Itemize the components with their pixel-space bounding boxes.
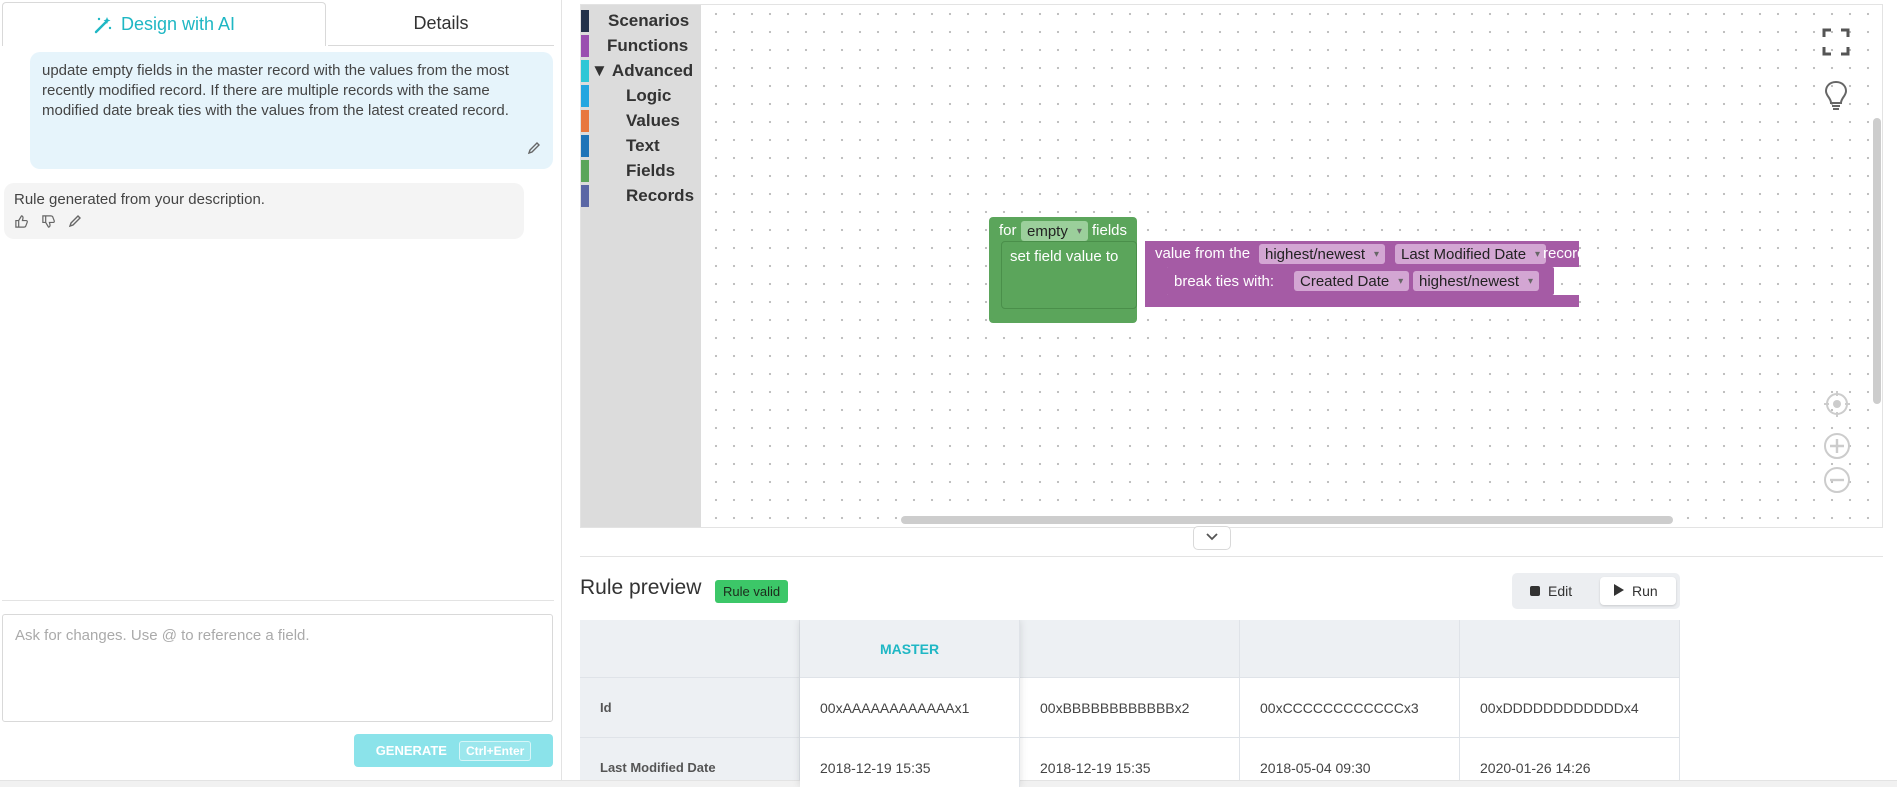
master-column: MASTER 00xAAAAAAAAAAAAx1 2018-12-19 15:3… [800,620,1020,787]
table-cell: 00xDDDDDDDDDDDDx4 [1460,678,1680,738]
fullscreen-icon[interactable] [1821,27,1851,57]
record-column-4: 00xDDDDDDDDDDDDx4 2020-01-26 14:26 [1460,620,1680,787]
toolbox-item-text[interactable]: Text [581,135,701,157]
edit-button[interactable]: Edit [1516,577,1586,605]
table-cell: 00xCCCCCCCCCCCCx3 [1240,678,1460,738]
panel-tabs: Design with AI Details [2,2,554,46]
category-color-bar [581,60,589,82]
header-cell [580,620,800,678]
toolbox-item-logic[interactable]: Logic [581,85,701,107]
recenter-icon[interactable] [1824,391,1850,417]
edit-run-toggle: Edit Run [1512,573,1680,609]
category-color-bar [581,85,589,107]
vertical-scrollbar[interactable] [1873,118,1881,404]
generate-button-label: GENERATE [375,743,447,758]
pencil-icon[interactable] [68,214,82,229]
master-header: MASTER [800,620,1020,678]
toolbox-item-fields[interactable]: Fields [581,160,701,182]
blockly-workspace[interactable]: Scenarios Functions ▼ Advanced Logic Val… [580,4,1883,528]
tab-details[interactable]: Details [328,2,554,46]
table-cell: 00xBBBBBBBBBBBBx2 [1020,678,1240,738]
thumbs-up-icon[interactable] [14,214,29,229]
prompt-input[interactable]: Ask for changes. Use @ to reference a fi… [2,614,553,722]
collapse-workspace-button[interactable] [1193,526,1231,550]
generate-button[interactable]: GENERATE Ctrl+Enter [354,734,553,767]
break-ties-block[interactable]: break ties with: Created Date highest/ne… [1166,267,1554,295]
category-color-bar [581,135,589,157]
chevron-down-icon [1205,529,1219,547]
zoom-in-icon[interactable] [1824,433,1850,459]
category-color-bar [581,35,589,57]
last-modified-date-dropdown[interactable]: Last Modified Date [1395,244,1547,264]
row-labels-column: Id Last Modified Date [580,620,800,787]
category-color-bar [581,110,589,132]
toolbox-item-advanced[interactable]: ▼ Advanced [581,60,701,82]
record-column-2: 00xBBBBBBBBBBBBx2 2018-12-19 15:35 [1020,620,1240,787]
play-icon [1614,583,1624,599]
tab-design-with-ai[interactable]: Design with AI [2,2,326,46]
table-cell: 00xAAAAAAAAAAAAx1 [800,678,1020,738]
table-cell: 2018-12-19 15:35 [800,738,1020,787]
value-from-block-cap [1145,295,1579,307]
ai-message-actions [14,214,514,229]
generate-shortcut: Ctrl+Enter [458,740,532,761]
toolbox: Scenarios Functions ▼ Advanced Logic Val… [581,5,701,527]
header-cell [1460,620,1680,678]
row-label-id: Id [580,678,800,738]
header-cell [1240,620,1460,678]
section-divider [580,556,1883,557]
set-field-value-block[interactable]: set field value to [1001,241,1137,309]
toolbox-item-functions[interactable]: Functions [581,35,701,57]
run-button[interactable]: Run [1600,577,1676,605]
header-cell [1020,620,1240,678]
lightbulb-icon[interactable] [1821,79,1851,113]
pencil-icon[interactable] [527,141,541,161]
toolbox-item-scenarios[interactable]: Scenarios [581,10,701,32]
chat-divider [2,600,554,601]
rule-preview-title: Rule preview [580,576,702,599]
magic-wand-icon [93,15,113,35]
category-color-bar [581,185,589,207]
highest-newest-dropdown[interactable]: highest/newest [1259,244,1386,264]
thumbs-down-icon[interactable] [41,214,56,229]
toolbox-item-records[interactable]: Records [581,185,701,207]
preview-table: Id Last Modified Date MASTER 00xAAAAAAAA… [580,620,1680,787]
highest-newest-dropdown-2[interactable]: highest/newest [1413,271,1540,291]
horizontal-scrollbar[interactable] [901,516,1673,524]
for-block-cap [989,309,1137,319]
toolbox-item-values[interactable]: Values [581,110,701,132]
empty-dropdown[interactable]: empty [1021,221,1088,241]
left-panel: Design with AI Details update empty fiel… [0,0,562,787]
record-column-3: 00xCCCCCCCCCCCCx3 2018-05-04 09:30 [1240,620,1460,787]
zoom-out-icon[interactable] [1824,467,1850,493]
category-color-bar [581,160,589,182]
user-message-text: update empty fields in the master record… [42,62,509,119]
tab-design-with-ai-label: Design with AI [120,14,236,34]
ai-message: Rule generated from your description. [4,183,524,239]
created-date-dropdown[interactable]: Created Date [1294,271,1410,291]
rule-valid-badge: Rule valid [715,580,789,603]
stop-icon [1530,583,1540,599]
category-color-bar [581,10,589,32]
user-message: update empty fields in the master record… [30,52,553,169]
value-from-block[interactable]: value from the highest/newest Last Modif… [1145,241,1586,267]
ai-message-text: Rule generated from your description. [14,191,265,208]
